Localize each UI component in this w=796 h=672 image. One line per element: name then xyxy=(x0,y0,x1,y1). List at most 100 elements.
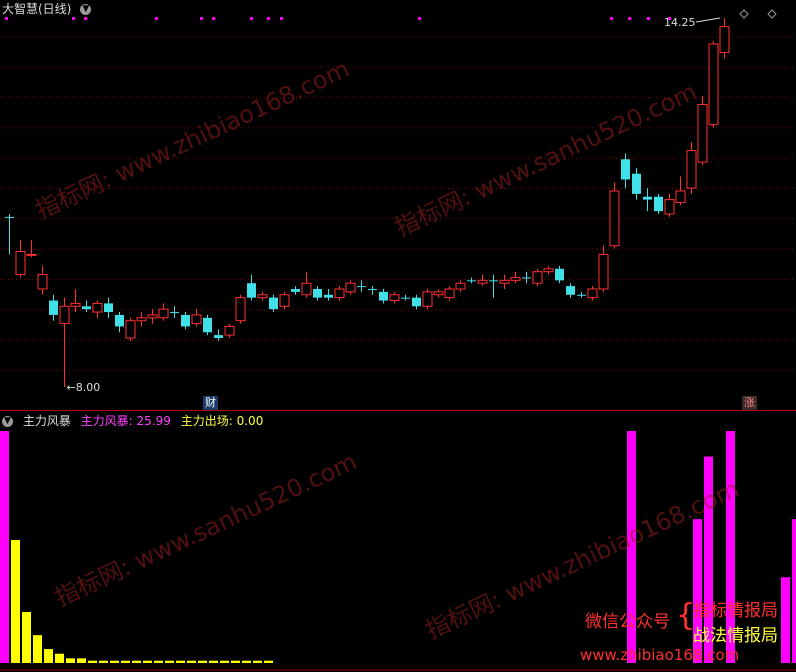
signal-dot xyxy=(610,17,613,20)
signal-dot xyxy=(267,17,270,20)
exit-bar xyxy=(121,660,130,663)
candle-body xyxy=(257,294,268,299)
exit-bar xyxy=(165,660,174,663)
exit-bar xyxy=(220,660,229,663)
candle-body xyxy=(224,325,235,336)
candle-body xyxy=(345,282,356,293)
high-price-arrow xyxy=(695,17,721,23)
exit-bar xyxy=(44,649,53,663)
candle-body xyxy=(467,280,476,282)
candle-body xyxy=(279,294,290,307)
candle-body xyxy=(291,288,300,292)
exit-bar xyxy=(33,635,42,663)
candle-body xyxy=(269,297,278,310)
exit-bar xyxy=(110,660,119,663)
candle-body xyxy=(555,268,564,281)
exit-bar xyxy=(66,658,75,663)
candle-body xyxy=(247,283,256,298)
signal-dot xyxy=(280,17,283,20)
promo-url: www.zhibiao168.com xyxy=(580,646,740,664)
candle-body xyxy=(632,173,641,194)
candle-body xyxy=(532,271,543,284)
candlestick-chart[interactable]: ←8.0014.25 xyxy=(0,0,796,410)
candle-body xyxy=(49,300,58,315)
candle-body xyxy=(654,196,663,212)
candle-body xyxy=(510,276,521,281)
candle-body xyxy=(70,302,81,307)
exit-bar xyxy=(231,660,240,663)
candle-body xyxy=(422,291,433,307)
stock-chart-window: 大智慧(日线) ▼ ←8.00 14.25 财 涨 ▼ 主力风暴 主力风暴: 25.… xyxy=(0,0,796,672)
candle-body xyxy=(412,297,421,307)
exit-bar xyxy=(22,611,31,663)
promo-line2: 战法情报局 xyxy=(693,626,778,646)
signal-dot xyxy=(5,17,8,20)
exit-bar xyxy=(11,540,20,663)
candle-body xyxy=(566,286,575,295)
candle-body xyxy=(26,253,37,256)
limit-up-badge[interactable]: 涨 xyxy=(742,396,757,410)
candle-body xyxy=(708,43,719,126)
candle-body xyxy=(577,294,586,296)
promo-wechat: 微信公众号 xyxy=(585,612,670,632)
candle-body xyxy=(433,291,444,296)
candle-body xyxy=(147,314,158,319)
exit-bar xyxy=(77,658,86,663)
exit-bar xyxy=(99,660,108,663)
candle-body xyxy=(664,199,675,215)
signal-dot xyxy=(200,17,203,20)
candle-body xyxy=(5,216,14,218)
signal-dot xyxy=(628,17,631,20)
promo-line1: 指标情报局 xyxy=(693,601,778,621)
candle-body xyxy=(598,253,609,290)
exit-bar xyxy=(132,660,141,663)
diamond-icon xyxy=(767,9,777,19)
signal-dot xyxy=(155,17,158,20)
candle-body xyxy=(401,297,410,299)
signal-dot xyxy=(72,17,75,20)
exit-bar xyxy=(253,660,262,663)
candle-body xyxy=(675,190,686,203)
exit-bar xyxy=(209,660,218,663)
exit-bar xyxy=(198,660,207,663)
candle-body xyxy=(181,314,190,327)
candle-body xyxy=(203,317,212,333)
candle-body xyxy=(104,303,113,313)
exit-bar xyxy=(242,660,251,663)
candle-body xyxy=(59,305,70,325)
candle-body xyxy=(621,159,630,180)
candle-body xyxy=(368,288,377,290)
storm-bar xyxy=(0,431,9,663)
candle-body xyxy=(191,314,202,325)
candle-body xyxy=(686,150,697,189)
candle-body xyxy=(389,294,400,302)
low-price-label: ←8.00 xyxy=(67,381,101,394)
candle-body xyxy=(587,288,598,299)
candle-body xyxy=(158,308,169,319)
candle-body xyxy=(235,297,246,322)
exit-bar xyxy=(55,653,64,663)
signal-dot xyxy=(668,17,671,20)
candle-body xyxy=(643,196,652,200)
candle-body xyxy=(609,190,620,247)
candle-body xyxy=(444,288,455,299)
candle-body xyxy=(170,312,179,314)
exit-bar xyxy=(143,660,152,663)
candle-body xyxy=(125,320,136,339)
candle-body xyxy=(82,306,91,310)
candle-body xyxy=(136,317,147,322)
candle-body xyxy=(92,302,103,313)
signal-dot xyxy=(84,17,87,20)
candle-body xyxy=(313,288,322,298)
candle-body xyxy=(334,288,345,299)
exit-bar xyxy=(264,660,273,663)
diamond-icon xyxy=(739,9,749,19)
signal-dot xyxy=(250,17,253,20)
candle-body xyxy=(214,335,223,338)
finance-badge[interactable]: 财 xyxy=(203,396,218,410)
signal-dot xyxy=(212,17,215,20)
candle-body xyxy=(489,280,498,282)
candle-body xyxy=(455,282,466,290)
candle-body xyxy=(522,277,531,279)
signal-dot xyxy=(418,17,421,20)
